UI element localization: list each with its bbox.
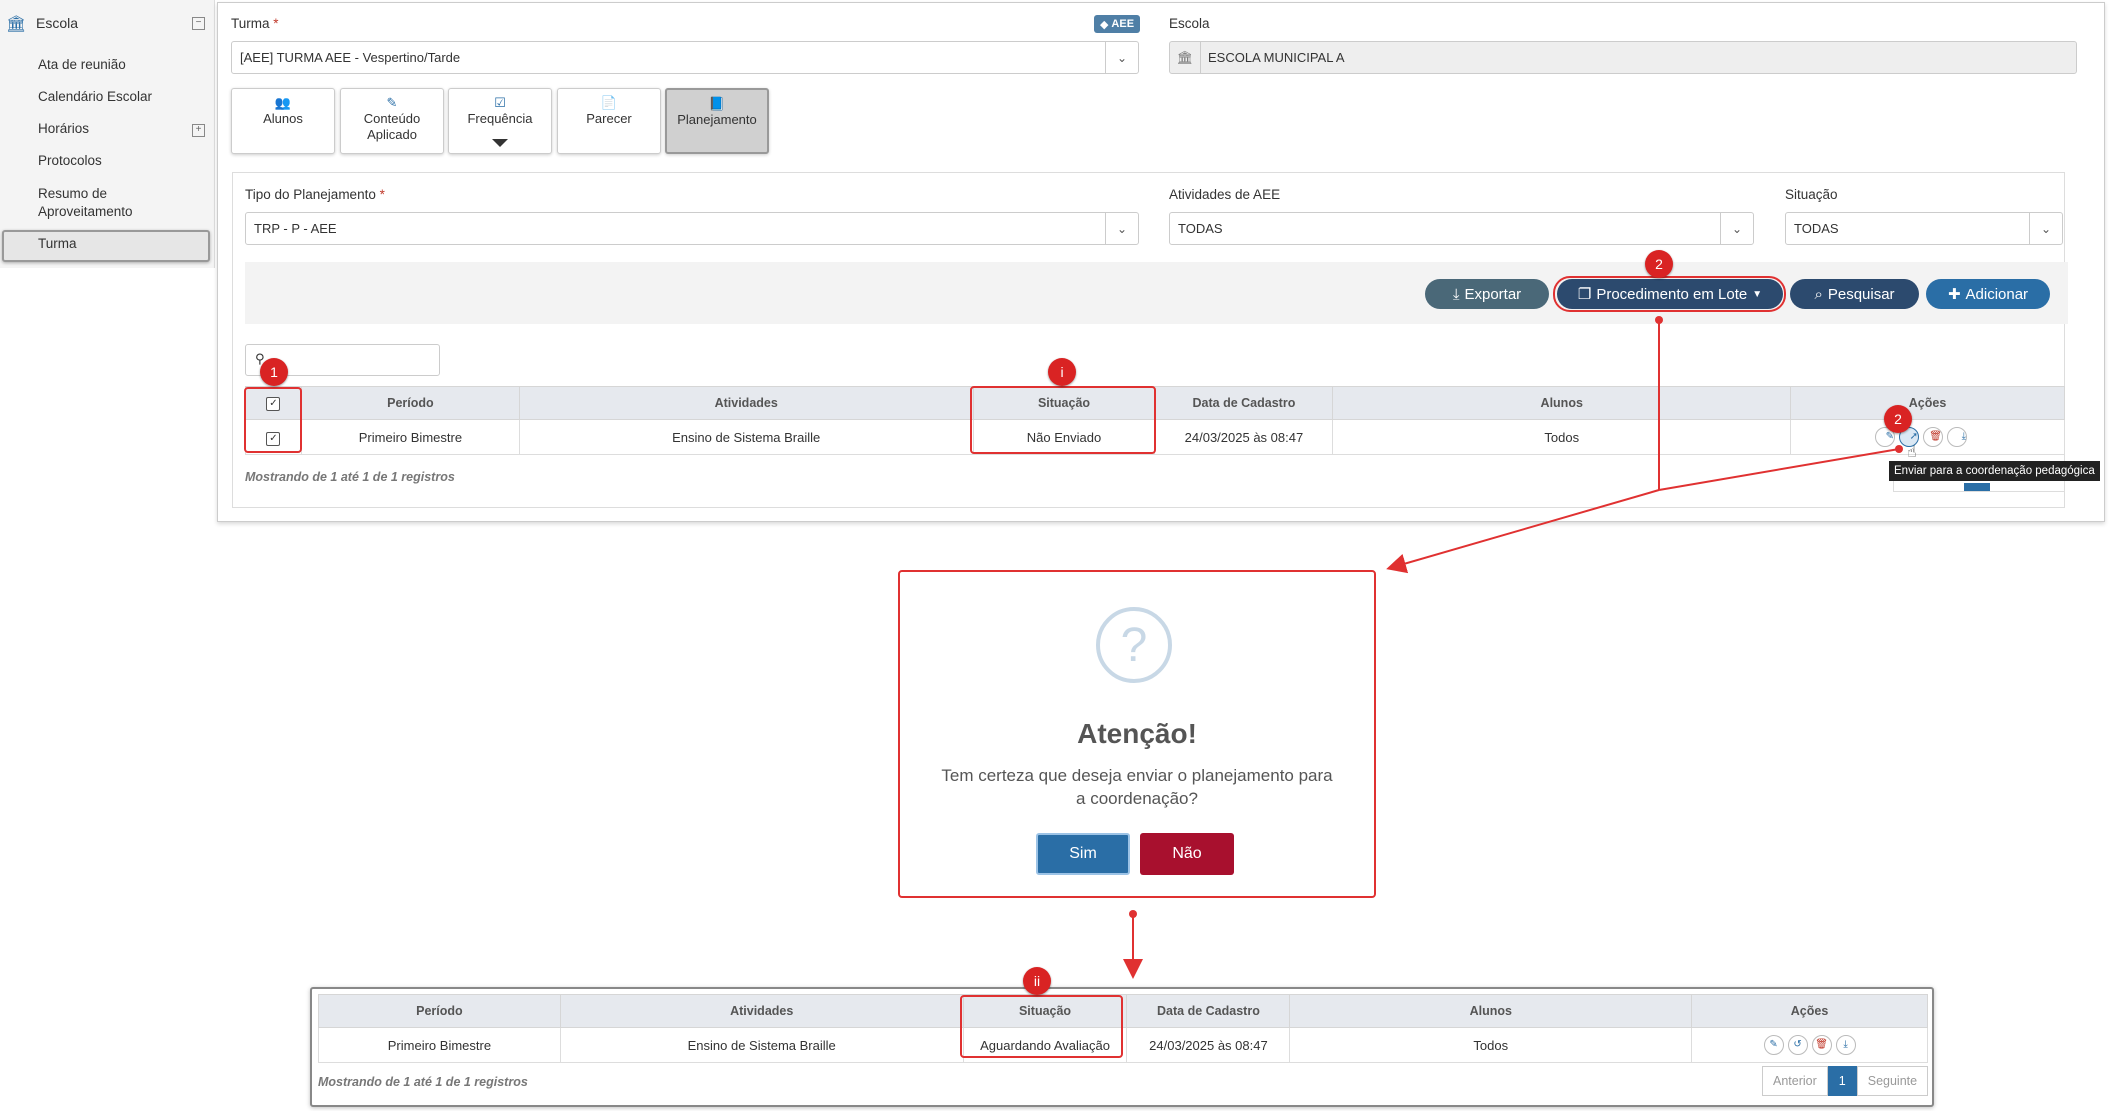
highlight-situacao-result xyxy=(960,995,1123,1058)
connector-arrows xyxy=(1123,316,1903,979)
cell-alunos: Todos xyxy=(1289,1027,1693,1063)
col-periodo[interactable]: Período xyxy=(318,994,561,1028)
cell-data: 24/03/2025 às 08:47 xyxy=(1126,1027,1291,1063)
marker-ii: ii xyxy=(1023,967,1051,995)
table-header: Período Atividades Situação Data de Cada… xyxy=(318,994,1928,1028)
result-table: Período Atividades Situação Data de Cada… xyxy=(318,994,1928,1063)
pagination: Anterior 1 Seguinte xyxy=(1762,1066,1929,1096)
col-alunos[interactable]: Alunos xyxy=(1289,994,1693,1028)
download-icon[interactable]: ⤓ xyxy=(1835,1035,1856,1055)
next-page-button[interactable]: Seguinte xyxy=(1856,1066,1929,1096)
dialog-title: Atenção! xyxy=(1077,718,1197,749)
undo-icon[interactable]: ↺ xyxy=(1787,1035,1808,1055)
no-button[interactable]: Não xyxy=(1140,833,1234,875)
page-1-button[interactable]: 1 xyxy=(1827,1066,1857,1096)
table-row: Primeiro Bimestre Ensino de Sistema Brai… xyxy=(318,1027,1928,1063)
cell-acoes: ✎ ↺ 🗑 ⤓ xyxy=(1691,1027,1928,1063)
question-icon: ? xyxy=(1096,607,1172,683)
cell-periodo: Primeiro Bimestre xyxy=(318,1027,561,1063)
yes-button[interactable]: Sim xyxy=(1036,833,1130,875)
trash-icon[interactable]: 🗑 xyxy=(1811,1035,1832,1055)
cell-atividades: Ensino de Sistema Braille xyxy=(559,1027,964,1063)
col-atividades[interactable]: Atividades xyxy=(559,994,964,1028)
col-data[interactable]: Data de Cadastro xyxy=(1126,994,1291,1028)
prev-page-button[interactable]: Anterior xyxy=(1762,1066,1828,1096)
edit-icon[interactable]: ✎ xyxy=(1763,1035,1784,1055)
result-footer: Mostrando de 1 até 1 de 1 registros xyxy=(318,1075,528,1089)
col-acoes: Ações xyxy=(1691,994,1928,1028)
dialog-message: Tem certeza que deseja enviar o planejam… xyxy=(941,766,1333,808)
